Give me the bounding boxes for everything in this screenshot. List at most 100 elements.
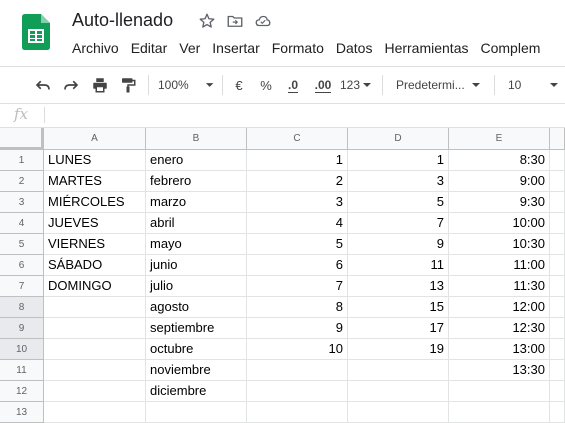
cell-b10[interactable]: octubre: [146, 339, 247, 360]
cell-f2[interactable]: [550, 171, 565, 192]
cell-f6[interactable]: [550, 255, 565, 276]
redo-button[interactable]: [58, 67, 84, 103]
cell-e6[interactable]: 11:00: [449, 255, 550, 276]
cell-b6[interactable]: junio: [146, 255, 247, 276]
menu-editar[interactable]: Editar: [125, 38, 174, 58]
cell-b3[interactable]: marzo: [146, 192, 247, 213]
menu-archivo[interactable]: Archivo: [66, 38, 125, 58]
currency-button[interactable]: €: [230, 67, 248, 103]
menu-ver[interactable]: Ver: [173, 38, 206, 58]
cell-d9[interactable]: 17: [348, 318, 449, 339]
cell-b12[interactable]: diciembre: [146, 381, 247, 402]
cell-d2[interactable]: 3: [348, 171, 449, 192]
menu-datos[interactable]: Datos: [330, 38, 379, 58]
cell-f4[interactable]: [550, 213, 565, 234]
font-select[interactable]: Predetermi...: [396, 67, 490, 103]
cell-c4[interactable]: 4: [247, 213, 348, 234]
row-header[interactable]: 5: [0, 234, 44, 255]
column-header-f[interactable]: [550, 128, 565, 150]
cell-e10[interactable]: 13:00: [449, 339, 550, 360]
document-title[interactable]: Auto-llenado: [72, 10, 173, 31]
move-folder-icon[interactable]: [226, 12, 244, 30]
cell-f11[interactable]: [550, 360, 565, 381]
cell-d1[interactable]: 1: [348, 150, 449, 171]
column-header-e[interactable]: E: [449, 128, 550, 150]
cell-c3[interactable]: 3: [247, 192, 348, 213]
cell-b1[interactable]: enero: [146, 150, 247, 171]
row-header[interactable]: 1: [0, 150, 44, 171]
row-header[interactable]: 7: [0, 276, 44, 297]
cell-a4[interactable]: JUEVES: [44, 213, 146, 234]
cell-d13[interactable]: [348, 402, 449, 423]
cell-a9[interactable]: [44, 318, 146, 339]
cell-e11[interactable]: 13:30: [449, 360, 550, 381]
cell-e13[interactable]: [449, 402, 550, 423]
cell-d5[interactable]: 9: [348, 234, 449, 255]
cell-f9[interactable]: [550, 318, 565, 339]
cell-c9[interactable]: 9: [247, 318, 348, 339]
cell-c10[interactable]: 10: [247, 339, 348, 360]
cell-a12[interactable]: [44, 381, 146, 402]
more-formats-select[interactable]: 123: [340, 67, 376, 103]
cell-a8[interactable]: [44, 297, 146, 318]
cell-c11[interactable]: [247, 360, 348, 381]
menu-insertar[interactable]: Insertar: [206, 38, 265, 58]
cell-c12[interactable]: [247, 381, 348, 402]
row-header[interactable]: 10: [0, 339, 44, 360]
increase-decimals-button[interactable]: .00: [310, 67, 336, 103]
font-size-select[interactable]: 10: [508, 67, 565, 103]
cell-c6[interactable]: 6: [247, 255, 348, 276]
sheets-logo-icon[interactable]: [22, 14, 50, 50]
cell-d6[interactable]: 11: [348, 255, 449, 276]
cell-e3[interactable]: 9:30: [449, 192, 550, 213]
cell-c1[interactable]: 1: [247, 150, 348, 171]
cell-a5[interactable]: VIERNES: [44, 234, 146, 255]
cell-c7[interactable]: 7: [247, 276, 348, 297]
cell-f10[interactable]: [550, 339, 565, 360]
cell-d4[interactable]: 7: [348, 213, 449, 234]
row-header[interactable]: 13: [0, 402, 44, 423]
cell-d3[interactable]: 5: [348, 192, 449, 213]
cell-c8[interactable]: 8: [247, 297, 348, 318]
cell-c13[interactable]: [247, 402, 348, 423]
cell-f1[interactable]: [550, 150, 565, 171]
row-header[interactable]: 12: [0, 381, 44, 402]
cell-a1[interactable]: LUNES: [44, 150, 146, 171]
row-header[interactable]: 9: [0, 318, 44, 339]
row-header[interactable]: 6: [0, 255, 44, 276]
cell-b11[interactable]: noviembre: [146, 360, 247, 381]
cell-f12[interactable]: [550, 381, 565, 402]
cell-b5[interactable]: mayo: [146, 234, 247, 255]
cell-f8[interactable]: [550, 297, 565, 318]
menu-herramientas[interactable]: Herramientas: [378, 38, 474, 58]
cell-d11[interactable]: [348, 360, 449, 381]
cell-b2[interactable]: febrero: [146, 171, 247, 192]
cell-b7[interactable]: julio: [146, 276, 247, 297]
percent-button[interactable]: %: [256, 67, 276, 103]
menu-complementos[interactable]: Complem: [474, 38, 546, 58]
cell-e12[interactable]: [449, 381, 550, 402]
cell-a7[interactable]: DOMINGO: [44, 276, 146, 297]
row-header[interactable]: 11: [0, 360, 44, 381]
menu-formato[interactable]: Formato: [266, 38, 330, 58]
undo-button[interactable]: [30, 67, 56, 103]
cell-f13[interactable]: [550, 402, 565, 423]
column-header-d[interactable]: D: [348, 128, 449, 150]
cell-b4[interactable]: abril: [146, 213, 247, 234]
row-header[interactable]: 4: [0, 213, 44, 234]
cell-f3[interactable]: [550, 192, 565, 213]
cell-f7[interactable]: [550, 276, 565, 297]
formula-input[interactable]: [50, 103, 565, 127]
cell-d8[interactable]: 15: [348, 297, 449, 318]
zoom-select[interactable]: 100%: [158, 67, 214, 103]
cell-e4[interactable]: 10:00: [449, 213, 550, 234]
cell-a2[interactable]: MARTES: [44, 171, 146, 192]
cell-b13[interactable]: [146, 402, 247, 423]
cell-e1[interactable]: 8:30: [449, 150, 550, 171]
star-icon[interactable]: [198, 12, 216, 30]
decrease-decimals-button[interactable]: .0: [282, 67, 304, 103]
cell-e5[interactable]: 10:30: [449, 234, 550, 255]
column-header-a[interactable]: A: [44, 128, 146, 150]
cell-c2[interactable]: 2: [247, 171, 348, 192]
cell-e2[interactable]: 9:00: [449, 171, 550, 192]
